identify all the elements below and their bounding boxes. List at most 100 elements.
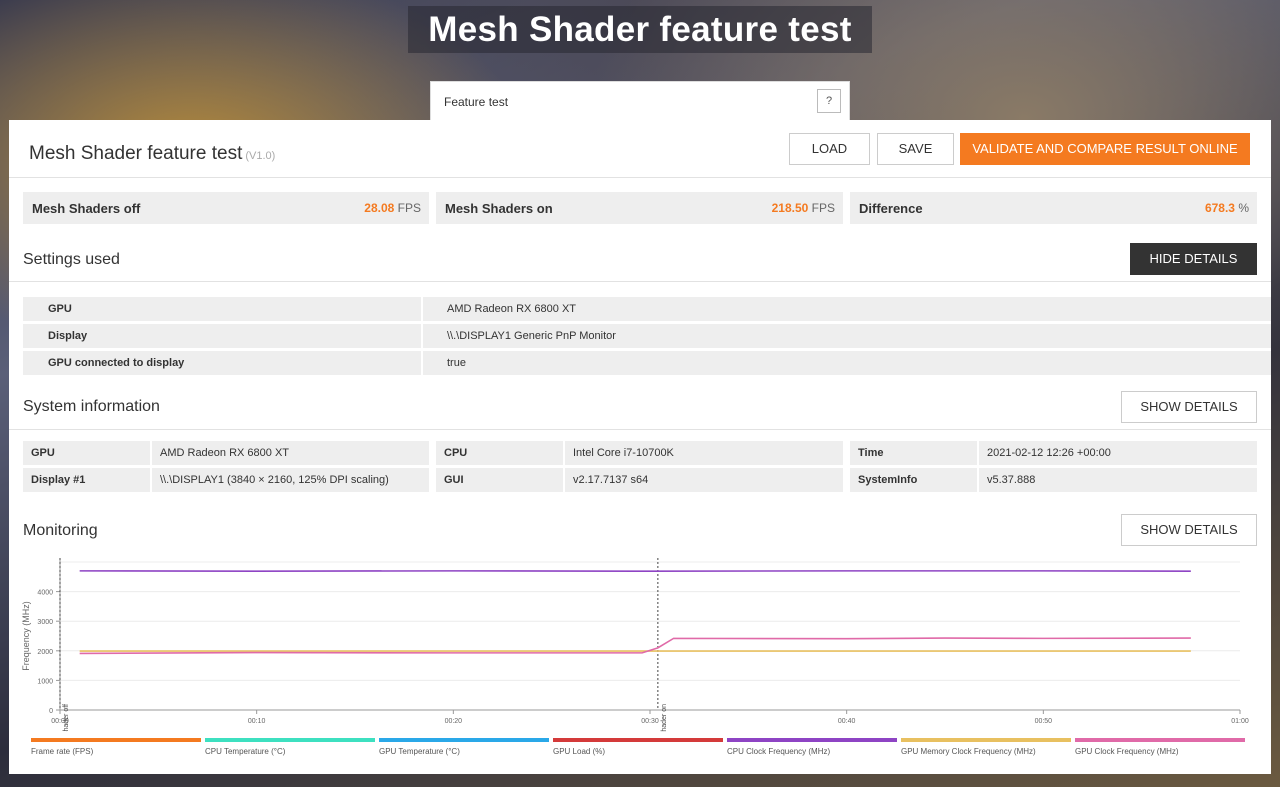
legend-item[interactable]: GPU Load (%) bbox=[553, 738, 723, 756]
score-value: 28.08 FPS bbox=[364, 201, 421, 215]
system-value-text: \\.\DISPLAY1 (3840 × 2160, 125% DPI scal… bbox=[160, 474, 389, 486]
score-value: 218.50 FPS bbox=[772, 201, 835, 215]
legend-label: GPU Memory Clock Frequency (MHz) bbox=[901, 747, 1036, 756]
settings-value-text: true bbox=[447, 357, 466, 369]
legend-swatch bbox=[1075, 738, 1245, 742]
test-selector[interactable]: Feature test ? bbox=[430, 81, 850, 120]
system-value: 2021-02-12 12:26 +00:00 bbox=[979, 441, 1257, 465]
system-value: v5.37.888 bbox=[979, 468, 1257, 492]
legend-swatch bbox=[727, 738, 897, 742]
y-tick-label: 1000 bbox=[37, 678, 53, 685]
score-unit: FPS bbox=[811, 201, 835, 215]
result-title-text: Mesh Shader feature test bbox=[29, 143, 243, 164]
score-number: 28.08 bbox=[364, 201, 395, 215]
settings-value: \\.\DISPLAY1 Generic PnP Monitor bbox=[423, 324, 1271, 348]
system-key-text: SystemInfo bbox=[858, 474, 918, 486]
settings-divider bbox=[9, 281, 1271, 282]
legend-item[interactable]: CPU Temperature (°C) bbox=[205, 738, 375, 756]
legend-label: CPU Clock Frequency (MHz) bbox=[727, 747, 831, 756]
settings-value-text: AMD Radeon RX 6800 XT bbox=[447, 303, 577, 315]
settings-value: AMD Radeon RX 6800 XT bbox=[423, 297, 1271, 321]
score-label: Mesh Shaders off bbox=[32, 201, 141, 216]
system-key-text: GPU bbox=[31, 447, 55, 459]
x-tick-label: 00:40 bbox=[838, 718, 856, 725]
system-key: GUI bbox=[436, 468, 563, 492]
score-mesh-off: Mesh Shaders off 28.08 FPS bbox=[23, 192, 429, 224]
x-tick-label: 00:20 bbox=[445, 718, 463, 725]
score-number: 678.3 bbox=[1204, 201, 1235, 215]
system-key-text: GUI bbox=[444, 474, 464, 486]
system-key: Display #1 bbox=[23, 468, 150, 492]
x-tick-label: 01:00 bbox=[1231, 718, 1249, 725]
page-hero-title: Mesh Shader feature test bbox=[0, 6, 1280, 53]
system-key-text: CPU bbox=[444, 447, 468, 459]
system-key: Time bbox=[850, 441, 977, 465]
system-value-text: Intel Core i7-10700K bbox=[573, 447, 674, 459]
settings-key: GPU bbox=[23, 297, 421, 321]
x-tick-label: 00:50 bbox=[1035, 718, 1053, 725]
load-button[interactable]: LOAD bbox=[789, 133, 870, 165]
score-unit: % bbox=[1238, 201, 1249, 215]
system-value-text: v5.37.888 bbox=[987, 474, 1036, 486]
result-header: Mesh Shader feature test (V1.0) LOAD SAVE… bbox=[9, 120, 1271, 178]
system-key: GPU bbox=[23, 441, 150, 465]
monitoring-show-details-button[interactable]: SHOW DETAILS bbox=[1121, 514, 1257, 546]
system-key: SystemInfo bbox=[850, 468, 977, 492]
x-tick-label: 00:10 bbox=[248, 718, 266, 725]
event-marker-label: Mesh Shader off bbox=[63, 704, 70, 732]
result-panel: Mesh Shader feature test (V1.0) LOAD SAVE… bbox=[9, 120, 1271, 774]
tab-feature-test[interactable]: Feature test bbox=[444, 95, 508, 109]
x-tick-label: 00:30 bbox=[641, 718, 659, 725]
score-mesh-on: Mesh Shaders on 218.50 FPS bbox=[436, 192, 843, 224]
legend-swatch bbox=[553, 738, 723, 742]
system-value: AMD Radeon RX 6800 XT bbox=[152, 441, 429, 465]
settings-key-text: GPU bbox=[48, 303, 72, 315]
settings-title: Settings used bbox=[23, 251, 120, 268]
system-value: \\.\DISPLAY1 (3840 × 2160, 125% DPI scal… bbox=[152, 468, 429, 492]
system-show-details-button[interactable]: SHOW DETAILS bbox=[1121, 391, 1257, 423]
monitoring-chart: 0100020003000400000:00 00:10 00:20 00:30 00:… bbox=[21, 558, 1249, 732]
score-unit: FPS bbox=[397, 201, 421, 215]
monitoring-title: Monitoring bbox=[23, 522, 98, 539]
y-tick-label: 0 bbox=[49, 708, 53, 715]
legend-swatch bbox=[379, 738, 549, 742]
system-value: Intel Core i7-10700K bbox=[565, 441, 843, 465]
save-button[interactable]: SAVE bbox=[877, 133, 954, 165]
result-version: (V1.0) bbox=[245, 150, 276, 162]
settings-value: true bbox=[423, 351, 1271, 375]
legend-item[interactable]: GPU Clock Frequency (MHz) bbox=[1075, 738, 1245, 756]
settings-key-text: Display bbox=[48, 330, 88, 342]
legend-item[interactable]: CPU Clock Frequency (MHz) bbox=[727, 738, 897, 756]
result-title: Mesh Shader feature test (V1.0) bbox=[29, 143, 275, 165]
y-axis-label: Frequency (MHz) bbox=[21, 601, 31, 671]
validate-compare-button[interactable]: VALIDATE AND COMPARE RESULT ONLINE bbox=[960, 133, 1250, 165]
legend-swatch bbox=[205, 738, 375, 742]
legend-label: GPU Temperature (°C) bbox=[379, 747, 460, 756]
system-value: v2.17.7137 s64 bbox=[565, 468, 843, 492]
y-tick-label: 3000 bbox=[37, 619, 53, 626]
system-value-text: 2021-02-12 12:26 +00:00 bbox=[987, 447, 1111, 459]
settings-key: GPU connected to display bbox=[23, 351, 421, 375]
hero-title-text: Mesh Shader feature test bbox=[408, 6, 872, 53]
legend-item[interactable]: GPU Temperature (°C) bbox=[379, 738, 549, 756]
settings-value-text: \\.\DISPLAY1 Generic PnP Monitor bbox=[447, 330, 616, 342]
legend-item[interactable]: Frame rate (FPS) bbox=[31, 738, 201, 756]
y-tick-label: 4000 bbox=[37, 590, 53, 597]
y-tick-label: 2000 bbox=[37, 649, 53, 656]
score-difference: Difference 678.3 % bbox=[850, 192, 1257, 224]
score-number: 218.50 bbox=[771, 201, 809, 215]
score-value: 678.3 % bbox=[1205, 201, 1249, 215]
legend-swatch bbox=[901, 738, 1071, 742]
settings-key: Display bbox=[23, 324, 421, 348]
system-key-text: Display #1 bbox=[31, 474, 86, 486]
settings-key-text: GPU connected to display bbox=[48, 357, 185, 369]
legend-item[interactable]: GPU Memory Clock Frequency (MHz) bbox=[901, 738, 1071, 756]
event-marker-label: Mesh Shader on bbox=[661, 704, 668, 732]
hide-details-button[interactable]: HIDE DETAILS bbox=[1130, 243, 1257, 275]
legend-label: Frame rate (FPS) bbox=[31, 747, 94, 756]
help-button[interactable]: ? bbox=[817, 89, 841, 113]
system-key: CPU bbox=[436, 441, 563, 465]
score-label: Mesh Shaders on bbox=[445, 201, 553, 216]
system-value-text: AMD Radeon RX 6800 XT bbox=[160, 447, 290, 459]
system-key-text: Time bbox=[858, 447, 884, 459]
